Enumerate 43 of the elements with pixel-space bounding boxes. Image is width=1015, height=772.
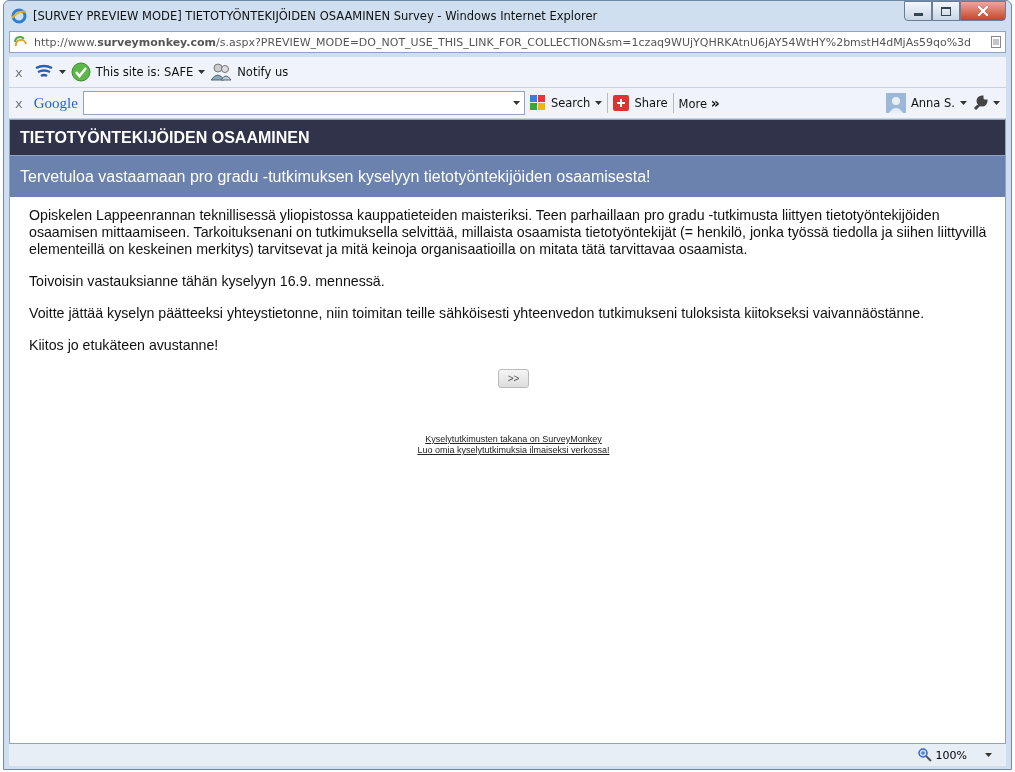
address-bar[interactable]: http://www.surveymonkey.com/s.aspx?PREVIEW_MODE=DO_NOT_USE_THIS_LINK_FOR_COLLECTION&sm=1czaq9WUjYQHRKAtnU6jAY54WtHY%2bmstH4dMjAs59qo%3d [9, 31, 1006, 53]
dropdown-icon[interactable] [512, 101, 520, 105]
zoom-icon[interactable] [917, 748, 932, 762]
paragraph: Opiskelen Lappeenrannan teknillisessä yliopistossa kauppatieteiden maisteriksi. Teen parhaillaan pro gradu -tutkimusta liittyen tietotyöntekijöiden osaamisen mittaamiseen. Tarkoituksenani on tutkimuksella selvittää, millaista osaamista tietotyöntekijät (= henkilö, jonka työssä tiedolla ja siihen liittyvillä elementeillä on keskeinen merkitys) tarvitsevat ja mitä keinoja organisaatioilla on mitata tätä tarvittavaa osaamista. [29, 207, 988, 258]
window-title: [SURVEY PREVIEW MODE] TIETOTYÖNTEKIJÖIDEN OSAAMINEN Survey - Windows Internet Explorer [33, 9, 599, 23]
page-icon[interactable] [991, 36, 1001, 48]
search-button[interactable]: Search [550, 96, 591, 110]
user-menu[interactable]: Anna S. [910, 96, 955, 110]
maximize-button[interactable] [932, 1, 960, 21]
zoom-level[interactable]: 100% [935, 748, 967, 762]
paragraph: Toivoisin vastauksianne tähän kyselyyn 16.9. mennessä. [29, 273, 386, 290]
dropdown-icon[interactable] [985, 753, 992, 757]
people-icon[interactable] [210, 63, 233, 81]
url-text: http://www.surveymonkey.com/s.aspx?PREVIEW_MODE=DO_NOT_USE_THIS_LINK_FOR_COLLECTION&sm=1czaq9WUjYQHRKAtnU6jAY54WtHY%2bmstH4dMjAs59qo%3d [34, 35, 973, 49]
notify-button[interactable]: Notify us [237, 65, 289, 79]
more-button[interactable]: More » [678, 95, 720, 111]
search-field[interactable] [82, 91, 525, 115]
share-icon[interactable] [613, 95, 630, 111]
paragraph: Kiitos jo etukäteen avustanne! [29, 337, 220, 354]
page-title: Tervetuloa vastaamaan pro gradu -tutkimuksen kyselyyn tietotyöntekijöiden osaamisesta! [10, 155, 1005, 197]
refresh-icon[interactable] [14, 36, 28, 48]
google-logo: Google [33, 94, 78, 112]
wifi-icon[interactable] [33, 64, 54, 80]
paragraph: Voitte jättää kyselyn päätteeksi yhteystietonne, niin toimitan teille sähköisesti yhteenvedon tutkimukseni tuloksista kiitokseksi vaivannäöstänne. [29, 305, 926, 322]
site-status-button[interactable]: This site is: SAFE [95, 65, 194, 79]
browser-icon[interactable] [11, 8, 27, 24]
next-button[interactable]: >> [497, 369, 530, 388]
footer-link[interactable]: Kyselytutkimusten takana on SurveyMonkey [425, 434, 602, 445]
dropdown-icon[interactable] [198, 70, 206, 74]
share-button[interactable]: Share [634, 96, 668, 110]
close-toolbar-button[interactable]: x [15, 95, 23, 111]
dropdown-icon[interactable] [960, 101, 967, 105]
survey-title: TIETOTYÖNTEKIJÖIDEN OSAAMINEN [10, 120, 1005, 155]
checkmark-icon[interactable] [70, 62, 91, 82]
footer-link[interactable]: Luo omia kyselytutkimuksia ilmaiseksi verkossa! [417, 445, 610, 456]
search-icon[interactable] [529, 95, 546, 111]
minimize-button[interactable] [904, 1, 932, 21]
close-button[interactable] [960, 1, 1006, 21]
close-toolbar-button[interactable]: x [15, 64, 23, 80]
dropdown-icon[interactable] [595, 101, 603, 105]
dropdown-icon[interactable] [993, 101, 1000, 105]
dropdown-icon[interactable] [58, 70, 66, 74]
wrench-icon[interactable] [972, 95, 988, 111]
